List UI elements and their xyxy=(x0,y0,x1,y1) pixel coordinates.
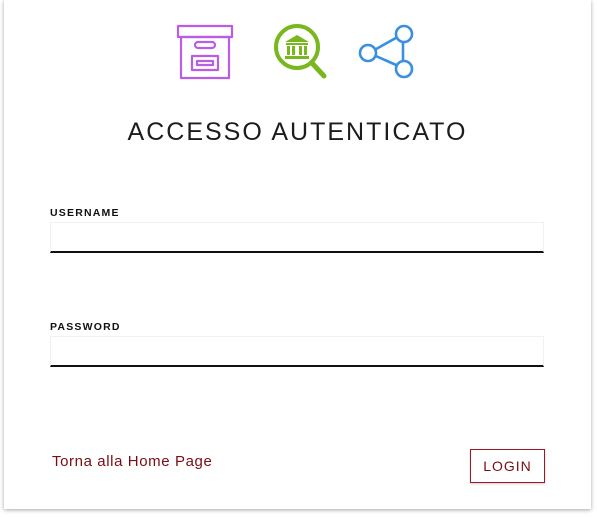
home-page-link[interactable]: Torna alla Home Page xyxy=(52,453,212,470)
archive-box-icon xyxy=(176,24,234,80)
username-label: USERNAME xyxy=(50,207,120,219)
username-input[interactable] xyxy=(50,222,544,253)
login-card: ACCESSO AUTENTICATO USERNAME PASSWORD To… xyxy=(4,0,591,509)
header-icons xyxy=(4,0,591,90)
share-network-icon xyxy=(356,24,418,82)
password-label: PASSWORD xyxy=(50,321,121,333)
museum-search-icon xyxy=(272,24,330,80)
login-button[interactable]: LOGIN xyxy=(470,449,545,483)
page-title: ACCESSO AUTENTICATO xyxy=(127,118,468,146)
password-input[interactable] xyxy=(50,336,544,367)
